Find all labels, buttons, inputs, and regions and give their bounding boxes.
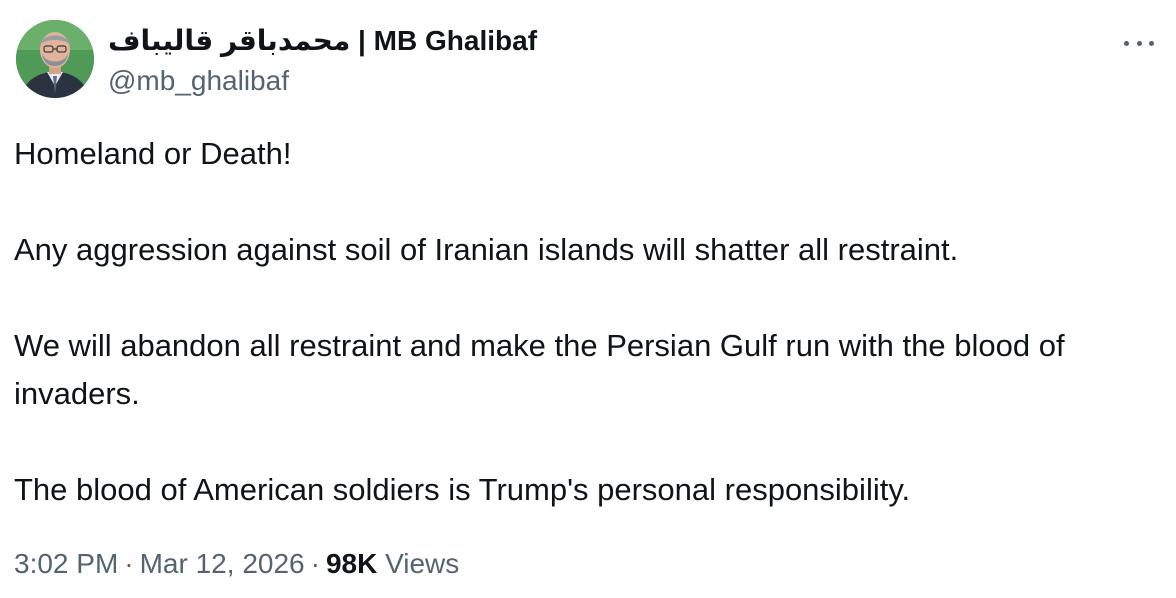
meta-separator: ·: [124, 548, 134, 579]
more-horizontal-icon-dot: [1149, 40, 1154, 46]
more-horizontal-icon: [1124, 40, 1129, 46]
author-names: محمدباقر قالیباف | MB Ghalibaf @mb_ghali…: [108, 22, 537, 100]
views-label: Views: [385, 548, 460, 579]
author-display-name[interactable]: محمدباقر قالیباف | MB Ghalibaf: [108, 22, 537, 60]
tweet-date[interactable]: Mar 12, 2026: [140, 548, 305, 579]
tweet-paragraph: The blood of American soldiers is Trump'…: [14, 472, 911, 507]
author-handle[interactable]: @mb_ghalibaf: [108, 62, 537, 100]
views-count[interactable]: 98K: [326, 548, 377, 579]
tweet-text: Homeland or Death! Any aggression agains…: [14, 130, 1154, 514]
tweet-meta: 3:02 PM · Mar 12, 2026 · 98K Views: [14, 544, 459, 584]
meta-separator: ·: [310, 548, 320, 579]
tweet-paragraph: We will abandon all restraint and make t…: [14, 328, 1065, 411]
more-options-button[interactable]: [1124, 36, 1154, 50]
profile-photo-icon: [16, 20, 94, 98]
tweet-time[interactable]: 3:02 PM: [14, 548, 118, 579]
tweet-header: محمدباقر قالیباف | MB Ghalibaf @mb_ghali…: [16, 18, 1176, 102]
avatar[interactable]: [16, 20, 94, 98]
tweet-paragraph: Homeland or Death!: [14, 136, 292, 171]
more-horizontal-icon-dot: [1136, 40, 1142, 46]
tweet-card: محمدباقر قالیباف | MB Ghalibaf @mb_ghali…: [0, 0, 1176, 598]
tweet-paragraph: Any aggression against soil of Iranian i…: [14, 232, 959, 267]
